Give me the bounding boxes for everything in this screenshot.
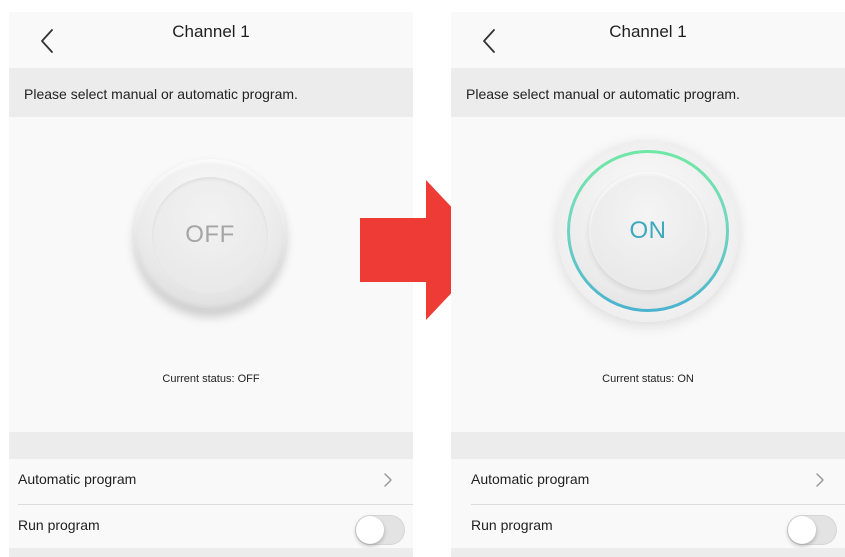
power-toggle-button[interactable]: ON xyxy=(557,140,739,322)
prompt-text: Please select manual or automatic progra… xyxy=(24,86,298,102)
chevron-right-icon xyxy=(815,471,825,489)
screen-on-state: Channel 1 Please select manual or automa… xyxy=(451,12,845,557)
nav-bar: Channel 1 xyxy=(451,12,845,68)
run-program-row: Run program xyxy=(451,505,845,550)
power-button-face: ON xyxy=(589,172,707,290)
nav-bar: Channel 1 xyxy=(9,12,413,68)
power-area: OFF Current status: OFF xyxy=(9,117,413,432)
automatic-program-label: Automatic program xyxy=(18,471,137,487)
prompt-text: Please select manual or automatic progra… xyxy=(466,86,740,102)
toggle-knob xyxy=(356,516,384,544)
section-divider xyxy=(9,432,413,459)
bottom-strip xyxy=(451,548,845,557)
power-button-label: OFF xyxy=(185,221,235,248)
automatic-program-row[interactable]: Automatic program xyxy=(451,459,845,505)
current-status: Current status: ON xyxy=(602,373,694,385)
power-button-face: OFF xyxy=(152,177,268,293)
power-toggle-button[interactable]: OFF xyxy=(134,159,286,311)
section-divider xyxy=(451,432,845,459)
power-button-rim: ON xyxy=(570,153,726,309)
chevron-right-icon xyxy=(383,471,393,489)
page-title: Channel 1 xyxy=(172,22,250,41)
run-program-row: Run program xyxy=(9,505,413,550)
settings-list: Automatic program Run program xyxy=(451,459,845,557)
settings-list: Automatic program Run program xyxy=(9,459,413,557)
automatic-program-label: Automatic program xyxy=(471,471,590,487)
run-program-toggle[interactable] xyxy=(355,515,405,545)
run-program-label: Run program xyxy=(18,517,100,533)
automatic-program-row[interactable]: Automatic program xyxy=(9,459,413,505)
run-program-label: Run program xyxy=(471,517,553,533)
bottom-strip xyxy=(9,548,413,557)
prompt-banner: Please select manual or automatic progra… xyxy=(9,68,413,117)
power-button-label: ON xyxy=(629,217,667,244)
current-status: Current status: OFF xyxy=(162,373,260,385)
run-program-toggle[interactable] xyxy=(787,515,837,545)
power-area: ON Current status: ON xyxy=(451,117,845,432)
screen-off-state: Channel 1 Please select manual or automa… xyxy=(9,12,413,557)
toggle-knob xyxy=(788,516,816,544)
prompt-banner: Please select manual or automatic progra… xyxy=(451,68,845,117)
page-title: Channel 1 xyxy=(609,22,687,41)
power-button-glow-ring: ON xyxy=(567,150,729,312)
